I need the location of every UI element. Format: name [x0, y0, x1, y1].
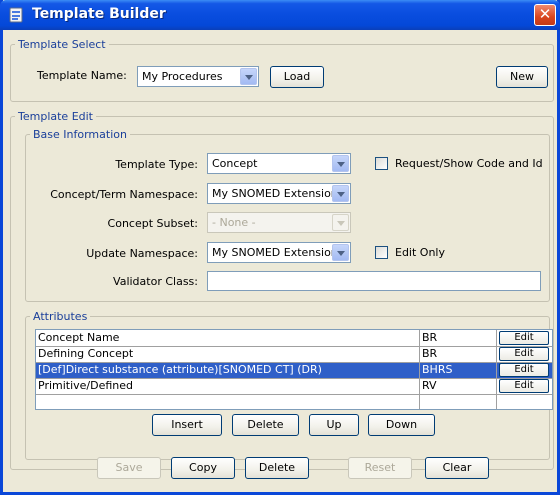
template-builder-window: Template Builder ✕ Template Select Templ…	[0, 0, 560, 495]
attribute-name: [Def]Direct substance (attribute)[SNOMED…	[38, 363, 322, 376]
save-button: Save	[97, 457, 161, 479]
app-icon	[9, 7, 23, 23]
update-namespace-combo[interactable]: My SNOMED Extension	[207, 242, 351, 263]
close-icon: ✕	[538, 5, 552, 23]
concept-subset-value: - None -	[212, 216, 256, 229]
row-divider	[36, 394, 552, 395]
close-button[interactable]: ✕	[534, 4, 556, 26]
base-information-legend: Base Information	[33, 128, 127, 141]
reset-button: Reset	[348, 457, 412, 479]
edit-only-checkbox[interactable]	[375, 246, 388, 259]
column-divider	[496, 330, 497, 409]
attribute-name: Concept Name	[38, 331, 120, 344]
delete-attribute-button[interactable]: Delete	[232, 414, 299, 436]
namespace-label: Concept/Term Namespace:	[50, 188, 198, 201]
attributes-table[interactable]: Concept Name BR Edit Defining Concept BR…	[35, 329, 553, 410]
window-title: Template Builder	[32, 6, 166, 22]
insert-button[interactable]: Insert	[152, 414, 222, 436]
dropdown-arrow-icon[interactable]	[332, 155, 349, 172]
template-name-value: My Procedures	[142, 70, 223, 83]
table-row[interactable]: Concept Name BR Edit	[36, 330, 552, 346]
attribute-code: BHRS	[422, 363, 453, 376]
edit-row-button[interactable]: Edit	[499, 363, 549, 377]
row-divider	[36, 346, 552, 347]
dropdown-arrow-icon[interactable]	[240, 68, 257, 85]
request-show-checkbox[interactable]	[375, 157, 388, 170]
new-button[interactable]: New	[496, 66, 548, 88]
attribute-name: Primitive/Defined	[38, 379, 134, 392]
template-name-combo[interactable]: My Procedures	[137, 66, 259, 87]
attribute-code: RV	[422, 379, 437, 392]
down-button[interactable]: Down	[368, 414, 435, 436]
update-namespace-value: My SNOMED Extension	[212, 246, 338, 259]
namespace-value: My SNOMED Extension	[212, 187, 338, 200]
table-row[interactable]: Primitive/Defined RV Edit	[36, 378, 552, 394]
namespace-combo[interactable]: My SNOMED Extension	[207, 183, 351, 204]
table-row[interactable]: Defining Concept BR Edit	[36, 346, 552, 362]
row-divider	[36, 378, 552, 379]
attribute-code: BR	[422, 331, 438, 344]
table-row-selected[interactable]: [Def]Direct substance (attribute)[SNOMED…	[36, 362, 552, 378]
up-button[interactable]: Up	[309, 414, 359, 436]
edit-row-button[interactable]: Edit	[499, 347, 549, 361]
edit-only-label: Edit Only	[395, 246, 445, 259]
attribute-name: Defining Concept	[38, 347, 134, 360]
edit-row-button[interactable]: Edit	[499, 379, 549, 393]
title-bar[interactable]: Template Builder ✕	[0, 0, 560, 30]
request-show-label: Request/Show Code and Id	[395, 157, 543, 170]
load-button[interactable]: Load	[270, 66, 324, 88]
concept-subset-label: Concept Subset:	[107, 217, 198, 230]
attributes-legend: Attributes	[33, 310, 88, 323]
dropdown-arrow-icon[interactable]	[332, 185, 349, 202]
delete-template-button[interactable]: Delete	[245, 457, 309, 479]
validator-class-input[interactable]	[207, 271, 541, 291]
update-namespace-label: Update Namespace:	[86, 247, 198, 260]
clear-button[interactable]: Clear	[425, 457, 489, 479]
template-name-label: Template Name:	[37, 69, 127, 82]
dropdown-arrow-icon[interactable]	[332, 244, 349, 261]
template-type-label: Template Type:	[115, 158, 198, 171]
column-divider	[419, 330, 420, 409]
template-select-legend: Template Select	[18, 38, 106, 51]
template-type-value: Concept	[212, 157, 258, 170]
copy-button[interactable]: Copy	[171, 457, 235, 479]
attribute-code: BR	[422, 347, 438, 360]
dropdown-arrow-icon	[332, 214, 349, 231]
template-type-combo[interactable]: Concept	[207, 153, 351, 174]
validator-class-label: Validator Class:	[113, 275, 198, 288]
template-edit-legend: Template Edit	[18, 110, 93, 123]
edit-row-button[interactable]: Edit	[499, 331, 549, 345]
row-divider	[36, 362, 552, 363]
concept-subset-combo: - None -	[207, 212, 351, 233]
